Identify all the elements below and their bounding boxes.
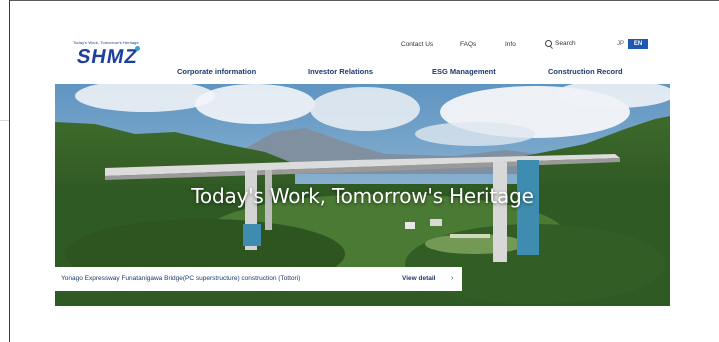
hero-banner: Today's Work, Tomorrow's Heritage Yonago…: [55, 84, 670, 306]
info-link[interactable]: Info: [505, 41, 516, 48]
hero-caption-bar[interactable]: Yonago Expressway Funatanigawa Bridge(PC…: [55, 267, 462, 291]
search-icon: [545, 40, 552, 47]
view-detail-link[interactable]: View detail: [402, 275, 435, 282]
page-edge-line: [0, 120, 9, 121]
faqs-link[interactable]: FAQs: [460, 41, 476, 48]
search-button[interactable]: Search: [545, 40, 576, 47]
window-frame-left: [9, 0, 10, 342]
nav-corporate-information[interactable]: Corporate information: [177, 67, 256, 76]
nav-investor-relations[interactable]: Investor Relations: [308, 67, 373, 76]
logo[interactable]: SHMZ: [75, 46, 140, 69]
logo-mark-icon: [135, 46, 140, 51]
hero-title: Today's Work, Tomorrow's Heritage: [191, 184, 534, 208]
hero-caption: Yonago Expressway Funatanigawa Bridge(PC…: [61, 275, 301, 282]
nav-construction-record[interactable]: Construction Record: [548, 67, 623, 76]
site-header: Today's Work, Tomorrow's Heritage SHMZ C…: [55, 28, 670, 84]
lang-jp-button[interactable]: JP: [617, 41, 624, 47]
window-frame-top: [9, 0, 719, 1]
contact-us-link[interactable]: Contact Us: [401, 41, 433, 48]
logo-tagline: Today's Work, Tomorrow's Heritage: [73, 40, 139, 45]
nav-esg-management[interactable]: ESG Management: [432, 67, 496, 76]
search-label: Search: [555, 40, 576, 47]
lang-en-button[interactable]: EN: [628, 39, 648, 49]
chevron-right-icon: ›: [451, 275, 454, 282]
